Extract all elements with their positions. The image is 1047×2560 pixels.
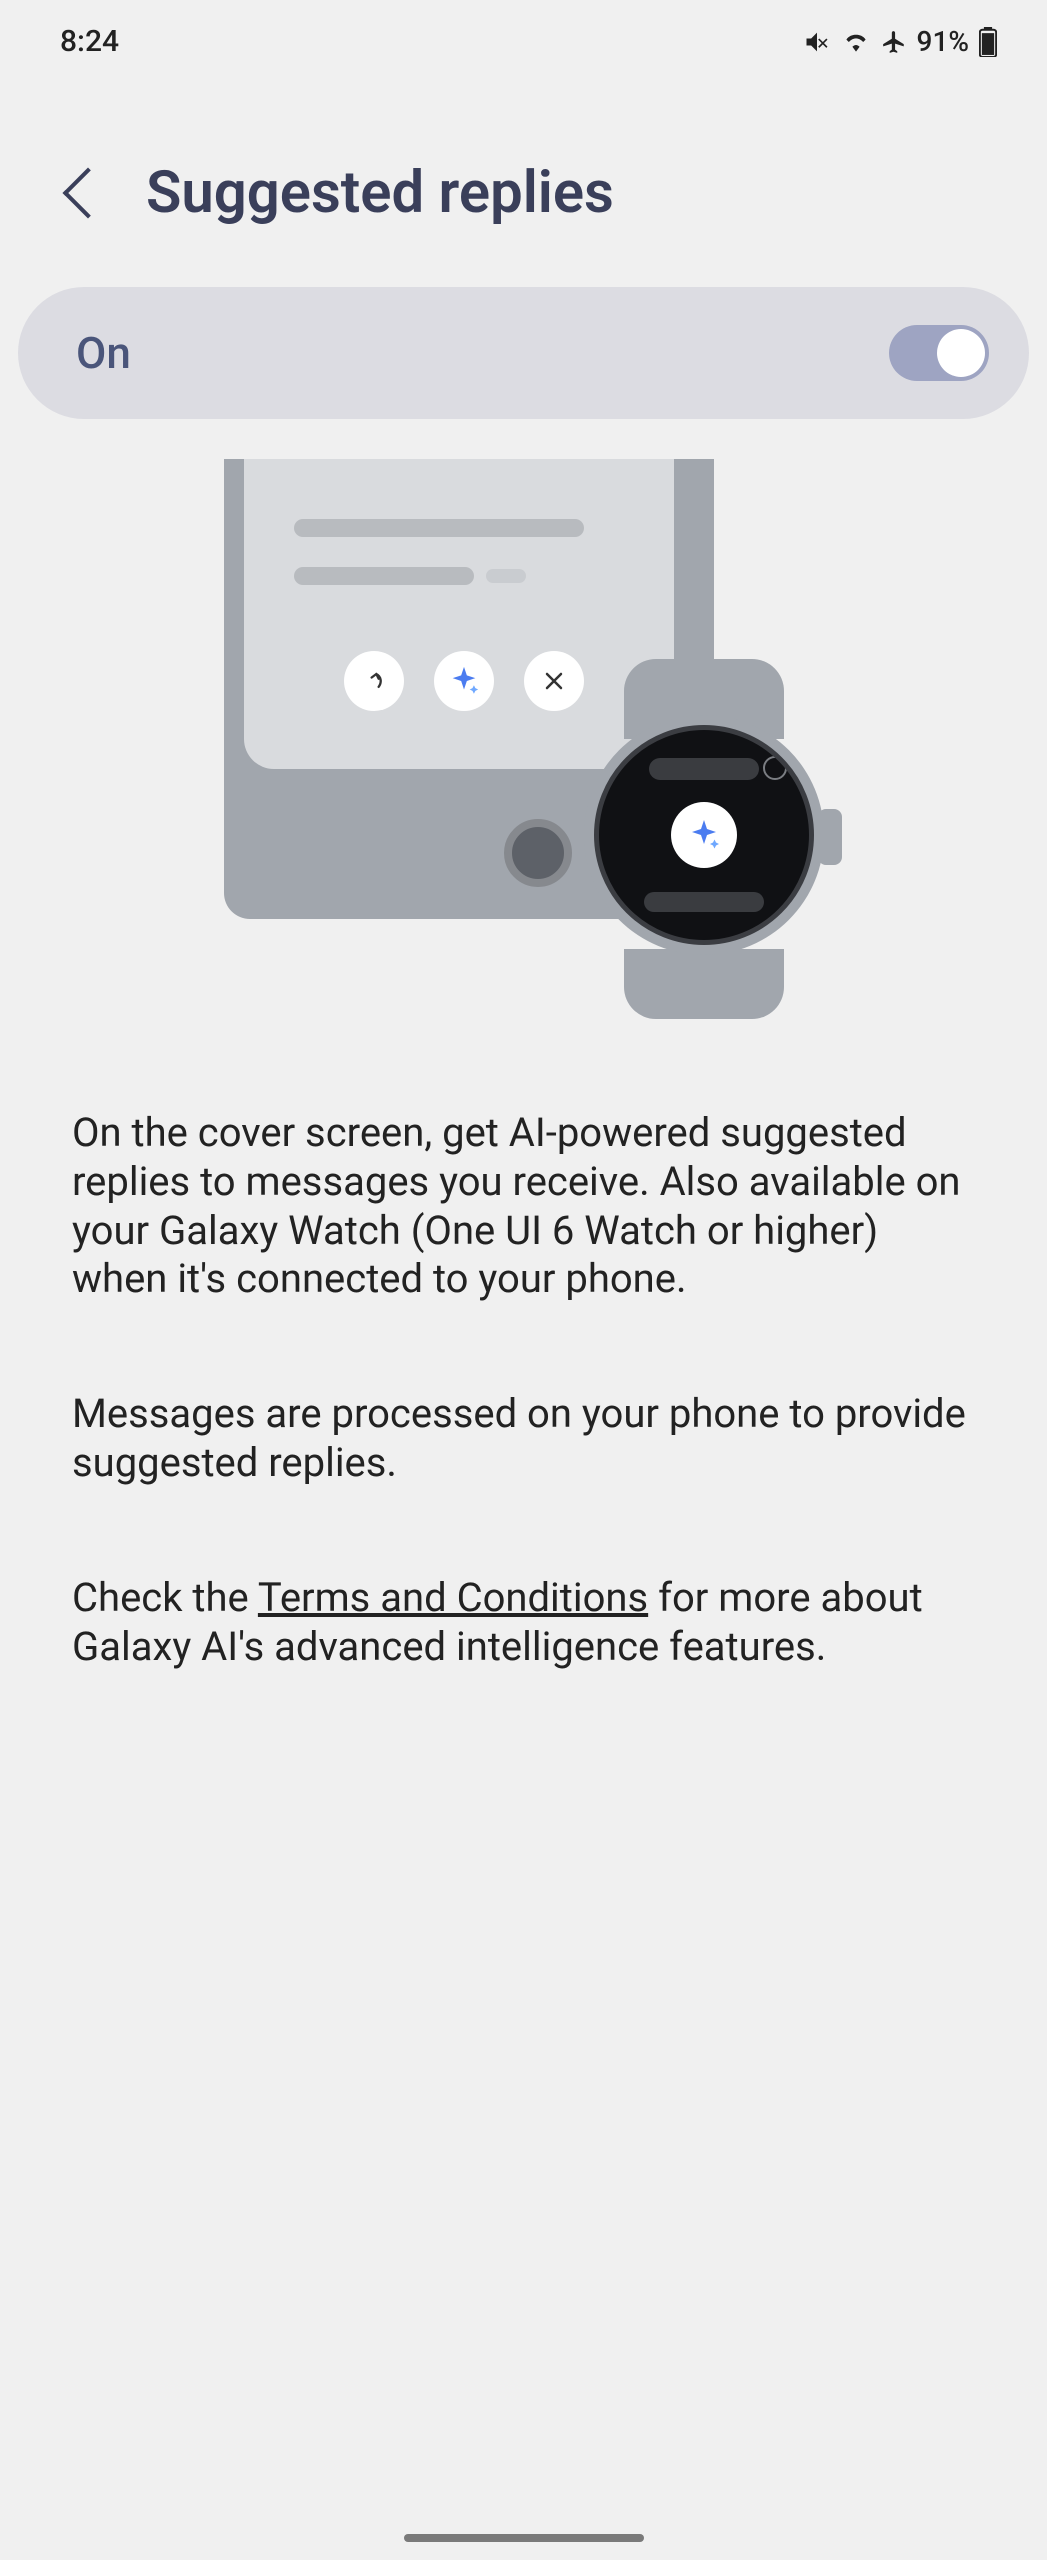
sparkle-icon [434,651,494,711]
status-icons: 91% [803,25,997,58]
page-title: Suggested replies [146,159,614,227]
illustration [0,419,1047,1019]
mute-icon [803,28,831,56]
status-bar: 8:24 91% [0,0,1047,79]
wifi-icon [841,30,871,54]
description-p2: Messages are processed on your phone to … [72,1390,975,1488]
toggle-switch[interactable] [889,325,989,381]
status-time: 8:24 [60,24,119,59]
home-indicator[interactable] [404,2534,644,2542]
back-icon[interactable] [63,168,114,219]
watch-illustration [574,659,834,1019]
battery-text: 91% [917,25,969,58]
battery-icon [979,27,997,57]
toggle-label: On [76,327,131,379]
toggle-row[interactable]: On [18,287,1029,419]
reply-arrow-icon [344,651,404,711]
terms-link[interactable]: Terms and Conditions [258,1574,648,1621]
header: Suggested replies [0,79,1047,287]
description-p3: Check the Terms and Conditions for more … [72,1574,975,1672]
description: On the cover screen, get AI-powered sugg… [0,1019,1047,1671]
description-p1: On the cover screen, get AI-powered sugg… [72,1109,975,1304]
switch-thumb [937,329,985,377]
airplane-icon [881,29,907,55]
phone-home-icon [504,819,572,887]
